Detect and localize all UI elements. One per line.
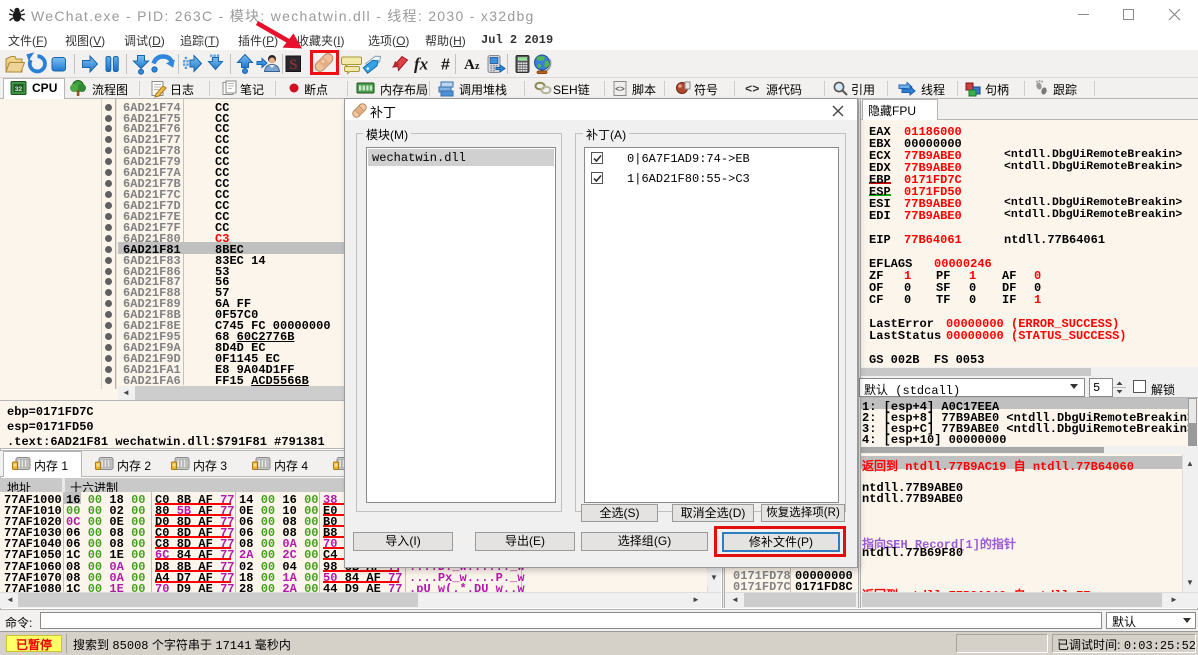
svg-text:<>: <> [745,83,759,97]
svg-text:A: A [464,57,475,73]
svg-text:fx: fx [414,55,429,74]
svg-text:32: 32 [15,86,23,93]
svg-text:<>: <> [615,85,625,94]
svg-text:S: S [289,57,297,73]
svg-text:#: # [441,57,450,74]
svg-text:z: z [475,61,480,72]
